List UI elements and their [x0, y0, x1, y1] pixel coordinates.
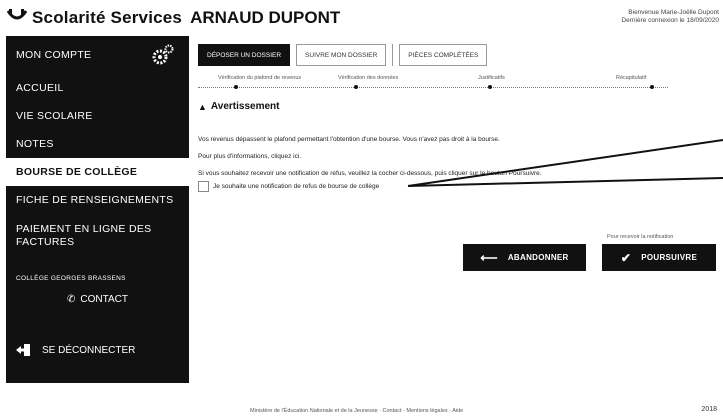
- app-logo[interactable]: Scolarité Services ARNAUD DUPONT: [6, 8, 340, 28]
- step-label: Vérification du plafond de revenus: [218, 75, 302, 81]
- progress-steps: Vérification du plafond de revenus Vérif…: [198, 75, 668, 91]
- warning-heading: ▲ Avertissement: [198, 101, 279, 112]
- sidebar-item-label: PAIEMENT EN LIGNE DES FACTURES: [16, 223, 152, 248]
- user-name: ARNAUD DUPONT: [190, 8, 341, 27]
- footer-year: 2018: [701, 406, 717, 413]
- app-title: Scolarité Services: [32, 8, 183, 27]
- logout-button[interactable]: SE DÉCONNECTER: [16, 344, 135, 356]
- step-label: Vérification des données: [338, 75, 399, 81]
- more-info-link[interactable]: Pour plus d'informations, cliquez ici.: [198, 153, 301, 160]
- logout-label: SE DÉCONNECTER: [42, 344, 136, 356]
- sidebar-item-label: NOTES: [16, 138, 54, 150]
- gear-icon: [152, 44, 174, 65]
- step-dot: [354, 85, 358, 89]
- warning-icon: ▲: [198, 101, 207, 112]
- welcome-block: Bienvenue Marie-Joëlle Dupont Dernière c…: [621, 9, 719, 25]
- steps-line: [198, 87, 668, 88]
- tab-track-file[interactable]: SUIVRE MON DOSSIER: [296, 44, 387, 66]
- step-label: Récapitulatif: [616, 75, 647, 81]
- abandon-button[interactable]: ⟵ ABANDONNER: [463, 244, 586, 271]
- instruction-text: Si vous souhaitez recevoir une notificat…: [198, 170, 542, 177]
- sidebar-item-label: VIE SCOLAIRE: [16, 110, 93, 122]
- sidebar-item-label: BOURSE DE COLLÈGE: [16, 166, 138, 178]
- contact-link[interactable]: ✆ CONTACT: [6, 288, 189, 310]
- sidebar-item-account[interactable]: MON COMPTE: [6, 36, 189, 74]
- sidebar-item-label: FICHE DE RENSEIGNEMENTS: [16, 194, 174, 206]
- tab-submit-file[interactable]: DÉPOSER UN DOSSIER: [198, 44, 291, 66]
- check-icon: ✔: [620, 250, 632, 265]
- sidebar-item-label: MON COMPTE: [16, 49, 92, 61]
- logo-icon: [6, 9, 28, 20]
- warning-message: Vos revenus dépassent le plafond permett…: [198, 136, 500, 143]
- sidebar: MON COMPTE ACCUEIL VIE SCOLAIRE NOTES BO…: [6, 36, 189, 383]
- tab-completed-documents[interactable]: PIÈCES COMPLÉTÉES: [399, 44, 488, 66]
- step-dot: [488, 85, 492, 89]
- tab-bar: DÉPOSER UN DOSSIER SUIVRE MON DOSSIER PI…: [198, 44, 488, 66]
- sidebar-item-online-payment[interactable]: PAIEMENT EN LIGNE DES FACTURES: [6, 214, 189, 258]
- welcome-text: Bienvenue Marie-Joëlle Dupont: [628, 9, 719, 16]
- last-login-text: Dernière connexion le 18/09/2020: [621, 17, 719, 24]
- continue-label: POURSUIVRE: [641, 253, 698, 262]
- sidebar-item-grades[interactable]: NOTES: [6, 130, 189, 158]
- refusal-notification-option[interactable]: Je souhaite une notification de refus de…: [198, 181, 379, 192]
- contact-label: CONTACT: [80, 293, 128, 305]
- checkbox-label: Je souhaite une notification de refus de…: [213, 183, 380, 190]
- sidebar-item-info-form[interactable]: FICHE DE RENSEIGNEMENTS: [6, 186, 189, 214]
- tab-divider: [392, 44, 394, 66]
- sidebar-item-school-life[interactable]: VIE SCOLAIRE: [6, 102, 189, 130]
- sidebar-item-home[interactable]: ACCUEIL: [6, 74, 189, 102]
- logout-icon: [16, 344, 30, 356]
- footer-links[interactable]: Ministère de l'Éducation Nationale et de…: [250, 408, 463, 414]
- step-label: Justificatifs: [478, 75, 505, 81]
- abandon-label: ABANDONNER: [507, 253, 569, 262]
- step-dot: [234, 85, 238, 89]
- continue-button[interactable]: ✔ POURSUIVRE: [602, 244, 716, 271]
- arrow-left-icon: ⟵: [480, 250, 498, 265]
- sidebar-item-label: ACCUEIL: [16, 82, 64, 94]
- phone-icon: ✆: [67, 293, 76, 305]
- continue-hint: Pour recevoir la notification: [607, 234, 674, 240]
- sidebar-item-scholarship[interactable]: BOURSE DE COLLÈGE: [6, 158, 189, 186]
- refusal-notification-checkbox[interactable]: [198, 181, 209, 192]
- step-dot: [650, 85, 654, 89]
- warning-title: Avertissement: [210, 101, 280, 112]
- school-name: COLLÈGE GEORGES BRASSENS: [16, 274, 126, 282]
